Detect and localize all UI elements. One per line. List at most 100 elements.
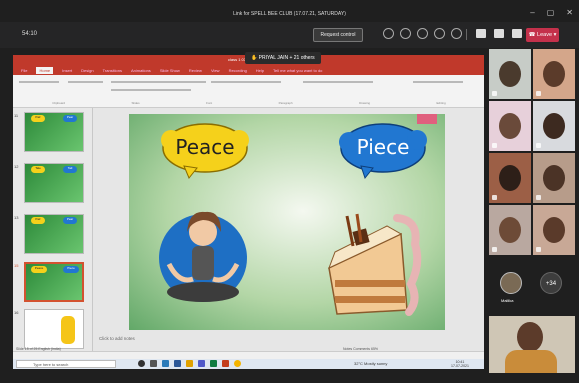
tab-transitions[interactable]: Transitions	[103, 68, 122, 73]
window-title: Link for SPELL BEE CLUB (17.07.21, SATUR…	[233, 11, 346, 17]
participant-video[interactable]	[533, 205, 575, 255]
meeting-actions	[383, 28, 462, 39]
ppt-ribbon: Clipboard Slides Font Paragraph Drawing …	[13, 75, 484, 108]
edge-icon[interactable]	[162, 360, 169, 367]
slide-count-text: Slide 15 of 25	[16, 347, 38, 351]
excel-icon[interactable]	[210, 360, 217, 367]
participant-video[interactable]	[533, 49, 575, 99]
slide-corner-ribbon	[417, 114, 437, 124]
word-icon[interactable]	[174, 360, 181, 367]
slide-thumbnail-pane: 11 Pair Pear 12 Tale Tail 13 Pair Pear 1…	[13, 108, 93, 351]
ribbon-font-tools[interactable]	[111, 81, 206, 83]
mic-icon	[492, 195, 497, 200]
task-view-icon[interactable]	[150, 360, 157, 367]
participant-face	[543, 165, 565, 191]
slide-thumbnail[interactable]	[24, 309, 84, 349]
chat-icon[interactable]	[400, 28, 411, 39]
mic-icon	[492, 91, 497, 96]
current-slide[interactable]: Peace Piece	[129, 114, 445, 330]
minimize-icon[interactable]: –	[530, 9, 534, 17]
thumb-number: 11	[14, 113, 19, 118]
thumb-label: Pear	[63, 217, 77, 224]
mic-icon	[536, 91, 541, 96]
participant-avatar[interactable]	[500, 272, 522, 294]
tab-design[interactable]: Design	[81, 68, 93, 73]
leave-button[interactable]: ☎ Leave ▾	[526, 28, 559, 42]
participant-video[interactable]	[489, 153, 531, 203]
tab-slide-show[interactable]: Slide Show	[160, 68, 180, 73]
tab-review[interactable]: Review	[189, 68, 202, 73]
tab-help[interactable]: Help	[256, 68, 264, 73]
maximize-icon[interactable]: ▢	[547, 9, 555, 17]
mic-icon	[536, 143, 541, 148]
more-options-icon[interactable]	[451, 28, 462, 39]
tab-animations[interactable]: Animations	[131, 68, 151, 73]
tab-file[interactable]: File	[21, 68, 27, 73]
ribbon-font-style-tools[interactable]	[111, 89, 191, 91]
ribbon-slides-tools[interactable]	[68, 81, 103, 83]
more-participants-button[interactable]: +34	[540, 272, 562, 294]
piece-word: Piece	[357, 135, 410, 159]
taskbar-apps	[138, 360, 241, 367]
participant-video[interactable]	[489, 49, 531, 99]
status-right: Notes Comments 65%	[343, 347, 378, 351]
tab-insert[interactable]: Insert	[62, 68, 72, 73]
ribbon-paragraph-tools[interactable]	[211, 81, 281, 83]
tab-home[interactable]: Home	[36, 66, 54, 74]
share-notice-text: PRIYAL JAIN + 21 others	[258, 55, 315, 61]
file-explorer-icon[interactable]	[186, 360, 193, 367]
raise-hand-icon[interactable]	[417, 28, 428, 39]
shared-screen-powerpoint: class 1 07.21 File Home Insert Design Tr…	[13, 55, 484, 369]
powerpoint-icon[interactable]	[222, 360, 229, 367]
participant-video[interactable]	[533, 153, 575, 203]
taskbar-search[interactable]: Type here to search	[16, 360, 116, 368]
mic-icon	[536, 247, 541, 252]
mic-icon	[492, 143, 497, 148]
camera-icon[interactable]	[476, 29, 486, 38]
notes-comments-toggle[interactable]: Notes Comments	[343, 347, 370, 351]
slide-thumbnail[interactable]: Tale Tail	[24, 163, 84, 203]
tab-recording[interactable]: Recording	[229, 68, 247, 73]
tell-me-search[interactable]: Tell me what you want to do	[273, 68, 322, 73]
ppt-status-bar	[13, 351, 484, 359]
rooms-icon[interactable]	[434, 28, 445, 39]
slide-thumbnail-selected[interactable]: Peace Piece	[24, 262, 84, 302]
thumb-label: Pair	[31, 217, 45, 224]
slide-thumbnail[interactable]: Pair Pear	[24, 112, 84, 152]
request-control-button[interactable]: Request control	[313, 28, 363, 42]
cortana-icon[interactable]	[138, 360, 145, 367]
share-screen-icon[interactable]	[512, 29, 522, 38]
zoom-level[interactable]: 65%	[371, 347, 378, 351]
people-icon[interactable]	[383, 28, 394, 39]
participant-face	[543, 217, 565, 243]
mic-icon	[536, 195, 541, 200]
participant-face	[543, 113, 565, 139]
participant-video[interactable]	[533, 101, 575, 151]
screen-share-notice: ✋ PRIYAL JAIN + 21 others	[245, 52, 321, 64]
peace-word: Peace	[175, 135, 234, 159]
notes-placeholder[interactable]: Click to add notes	[99, 336, 135, 341]
self-video[interactable]	[489, 316, 575, 373]
ribbon-clipboard-tools[interactable]	[19, 81, 59, 83]
system-clock[interactable]: 10:41 17-07-2021	[451, 360, 469, 368]
participant-video[interactable]	[489, 101, 531, 151]
meditating-girl-illustration	[159, 211, 247, 302]
slide-thumbnail[interactable]: Pair Pear	[24, 214, 84, 254]
mic-icon[interactable]	[494, 29, 504, 38]
leave-label: Leave	[537, 32, 553, 38]
close-icon[interactable]: ✕	[566, 9, 573, 17]
weather-widget[interactable]: 32°C Mostly sunny	[354, 361, 387, 366]
teams-icon[interactable]	[198, 360, 205, 367]
chrome-icon[interactable]	[234, 360, 241, 367]
ribbon-drawing-tools[interactable]	[303, 81, 373, 83]
tab-view[interactable]: View	[211, 68, 220, 73]
avatar-name: Mallika	[501, 298, 514, 303]
thumb-number: 12	[14, 164, 19, 169]
thumb-figure	[61, 316, 75, 344]
ribbon-editing-tools[interactable]	[413, 81, 463, 83]
participant-face	[543, 61, 565, 87]
mic-icon	[492, 247, 497, 252]
cake-slice-illustration	[328, 213, 422, 316]
thumb-label: Peace	[31, 266, 47, 273]
participant-video[interactable]	[489, 205, 531, 255]
